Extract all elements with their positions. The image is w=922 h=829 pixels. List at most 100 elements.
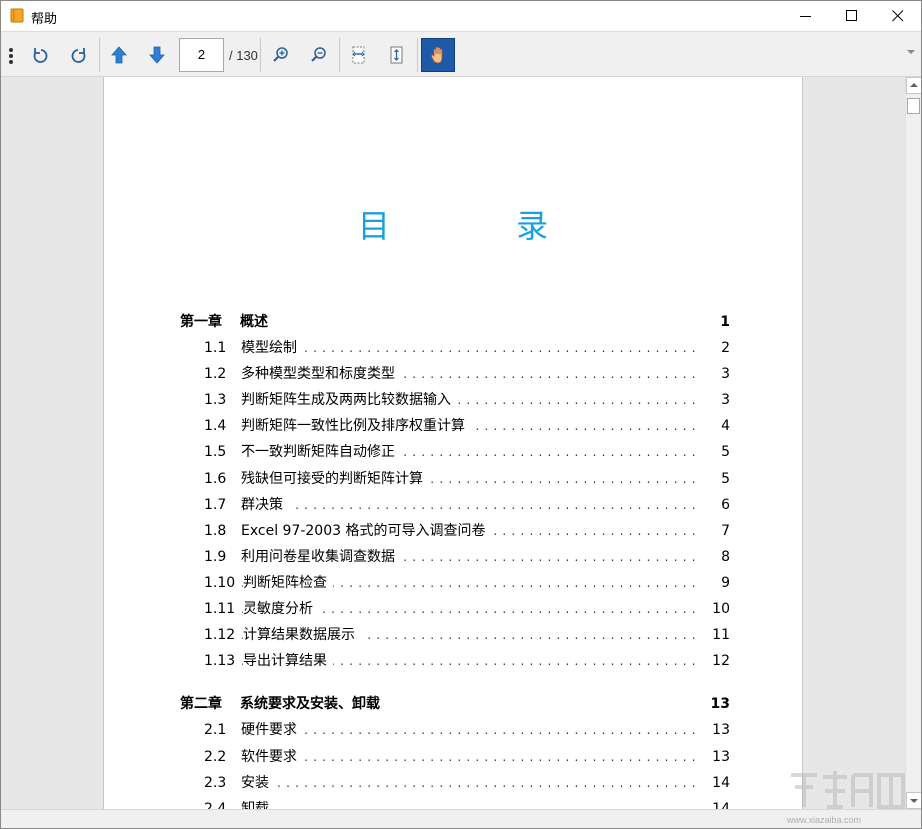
toc-entry-title: 计算结果数据展示	[243, 622, 361, 649]
toc-entry-row[interactable]: ........................................…	[180, 465, 730, 492]
arrow-down-icon	[149, 46, 165, 64]
toc-entry-page: 3	[721, 366, 730, 383]
toc-chapter-row[interactable]: 第一章 概述 1	[180, 309, 730, 335]
toolbar-overflow-icon[interactable]	[906, 48, 916, 56]
fit-width-button[interactable]	[343, 39, 375, 71]
watermark-logo	[791, 771, 905, 809]
toc-entry-row[interactable]: ........................................…	[180, 769, 730, 796]
toolbar-separator	[260, 38, 261, 72]
toolbar-separator	[339, 38, 340, 72]
toc-entry-page: 1	[720, 314, 730, 330]
toc-entry-number: 2.3	[204, 774, 227, 791]
vertical-scrollbar[interactable]	[905, 77, 921, 809]
page-total: / 130	[229, 48, 258, 63]
toc-entry-title: 系统要求及安装、卸载	[240, 691, 386, 718]
rotate-right-button[interactable]	[62, 39, 94, 71]
toc-entry-title: 软件要求	[241, 743, 303, 770]
fit-page-button[interactable]	[381, 39, 413, 71]
watermark: www.xiazaiba.com	[787, 767, 907, 825]
toc-entry-row[interactable]: ........................................…	[180, 648, 730, 675]
table-of-contents: 第一章 概述 1..................................…	[180, 309, 730, 809]
toc-entry-page: 14	[712, 774, 730, 791]
toc-entry-number: 1.11	[204, 601, 236, 618]
toc-entry-row[interactable]: ........................................…	[180, 413, 730, 440]
status-bar	[1, 809, 921, 828]
toc-entry-number: 2.1	[204, 722, 227, 739]
toc-entry-row[interactable]: ........................................…	[180, 743, 730, 770]
scroll-up-icon	[910, 83, 918, 87]
toc-entry-row[interactable]: ........................................…	[180, 361, 730, 388]
zoom-out-button[interactable]	[303, 39, 335, 71]
toc-entry-title: 群决策	[241, 491, 289, 518]
toc-entry-title: 灵敏度分析	[243, 596, 319, 623]
toc-entry-title: Excel 97-2003 格式的可导入调查问卷	[241, 517, 492, 544]
toc-entry-page: 10	[712, 601, 730, 618]
toc-entry-page: 13	[712, 722, 730, 739]
next-page-button[interactable]	[141, 39, 173, 71]
toc-entry-number: 1.10	[204, 574, 236, 591]
toc-entry-number: 1.9	[204, 548, 227, 565]
toc-entry-row[interactable]: ........................................…	[180, 335, 730, 362]
zoom-out-icon	[311, 47, 326, 62]
fit-page-icon	[390, 46, 403, 64]
scroll-thumb[interactable]	[907, 98, 920, 114]
scroll-down-icon	[910, 799, 918, 803]
document-viewer[interactable]: 目 录 第一章 概述 1..............................…	[1, 77, 905, 809]
maximize-button[interactable]	[829, 1, 875, 31]
toc-entry-number: 1.5	[204, 444, 227, 461]
toc-entry-page: 5	[721, 470, 730, 487]
app-book-icon	[10, 8, 24, 23]
toc-entry-title: 卸载	[241, 795, 275, 809]
toc-entry-row[interactable]: ........................................…	[180, 517, 730, 544]
toc-entry-row[interactable]: ........................................…	[180, 795, 730, 809]
toc-entry-number: 1.7	[204, 496, 227, 513]
document-page: 目 录 第一章 概述 1..............................…	[103, 77, 803, 809]
scroll-down-button[interactable]	[906, 792, 921, 809]
toc-entry-number: 1.8	[204, 522, 227, 539]
toc-entry-page: 4	[721, 418, 730, 435]
toc-entry-row[interactable]: ........................................…	[180, 387, 730, 414]
hand-tool-button[interactable]	[421, 38, 455, 72]
toc-entry-row[interactable]: ........................................…	[180, 717, 730, 744]
toc-entry-title: 不一致判断矩阵自动修正	[241, 439, 401, 466]
toc-leader-dots: ........................................…	[241, 775, 698, 790]
toc-entry-number: 1.13	[204, 653, 236, 670]
toc-entry-row[interactable]: ........................................…	[180, 622, 730, 649]
toc-entry-title: 利用问卷星收集调查数据	[241, 543, 401, 570]
page-number-input[interactable]: 2	[179, 38, 224, 72]
toc-entry-page: 13	[712, 748, 730, 765]
rotate-left-button[interactable]	[25, 39, 57, 71]
toc-entry-number: 1.12	[204, 627, 236, 644]
zoom-in-button[interactable]	[265, 39, 297, 71]
toc-entry-page: 6	[721, 496, 730, 513]
toc-entry-title: 判断矩阵一致性比例及排序权重计算	[241, 413, 471, 440]
toc-entry-title: 判断矩阵检查	[243, 569, 333, 596]
toc-entry-page: 7	[721, 522, 730, 539]
toc-entry-title: 模型绘制	[241, 335, 303, 362]
toolbar: 2 / 130	[1, 31, 921, 77]
toc-chapter-row[interactable]: 第二章 系统要求及安装、卸载 13	[180, 691, 730, 718]
toc-entry-page: 9	[721, 574, 730, 591]
minimize-button[interactable]	[783, 1, 829, 31]
toc-entry-title: 安装	[241, 769, 275, 796]
toc-entry-title: 概述	[240, 309, 274, 335]
toc-entry-page: 12	[712, 653, 730, 670]
toc-entry-title: 判断矩阵生成及两两比较数据输入	[241, 387, 457, 414]
toc-entry-row[interactable]: ........................................…	[180, 439, 730, 466]
minimize-icon	[800, 16, 811, 17]
toc-title: 目 录	[357, 207, 607, 245]
toc-entry-page: 14	[712, 800, 730, 809]
toc-entry-row[interactable]: ........................................…	[180, 596, 730, 623]
toolbar-grip-icon[interactable]	[8, 47, 14, 65]
toc-entry-page: 3	[721, 392, 730, 409]
close-button[interactable]	[875, 1, 921, 31]
toc-entry-row[interactable]: ........................................…	[180, 491, 730, 518]
toc-entry-row[interactable]: ........................................…	[180, 569, 730, 596]
toc-leader-dots: ........................................…	[241, 723, 698, 738]
scroll-up-button[interactable]	[906, 77, 921, 94]
toc-leader-dots: ........................................…	[241, 749, 698, 764]
watermark-url: www.xiazaiba.com	[787, 815, 862, 825]
toc-entry-row[interactable]: ........................................…	[180, 543, 730, 570]
toc-entry-number: 2.2	[204, 748, 227, 765]
previous-page-button[interactable]	[103, 39, 135, 71]
